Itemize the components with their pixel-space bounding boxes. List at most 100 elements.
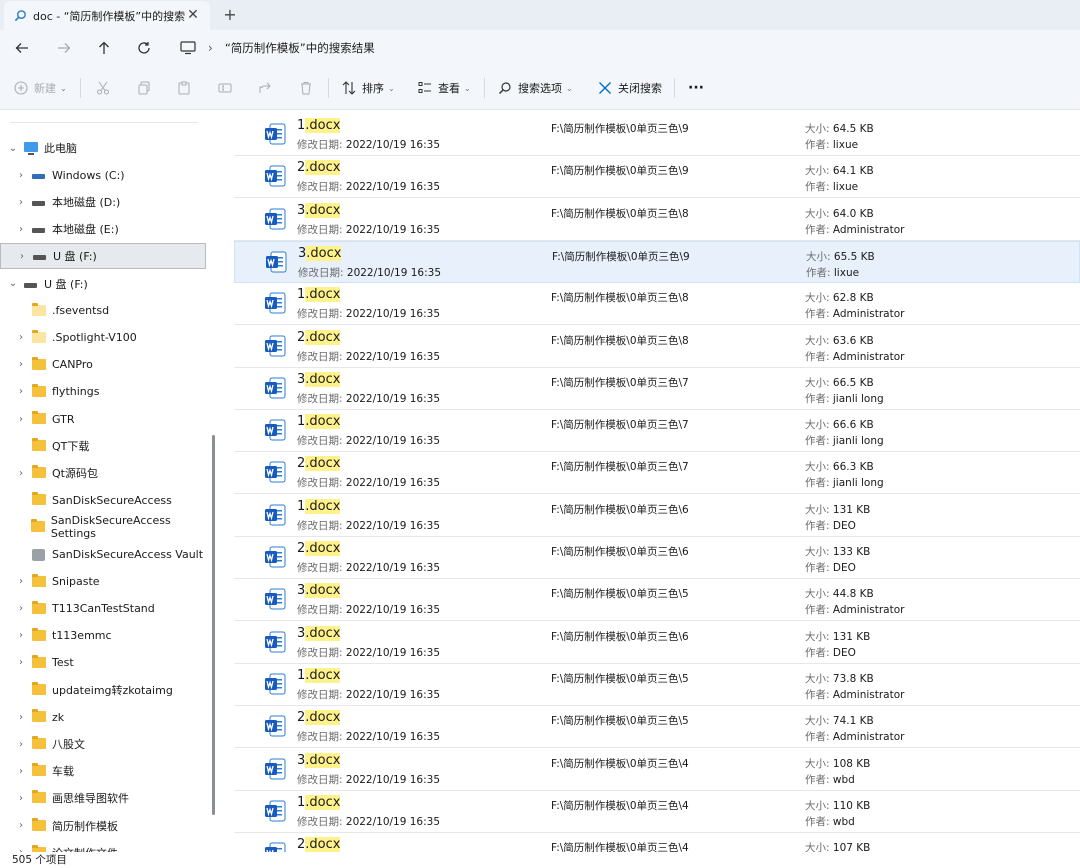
sidebar-item[interactable]: › flythings <box>0 379 206 405</box>
sidebar-item[interactable]: QT下载 <box>0 433 206 459</box>
file-row[interactable]: 3.docx 修改日期: 2022/10/19 16:35 F:\简历制作模板\0单… <box>234 579 1080 622</box>
file-row[interactable]: 3.docx 修改日期: 2022/10/19 16:35 F:\简历制作模板\0单… <box>234 622 1080 664</box>
sidebar-item[interactable]: › 八股文 <box>0 731 206 757</box>
file-row[interactable]: 2.docx修改日期: 2022/10/19 16:35F:\简历制作模板\0单… <box>234 537 1080 579</box>
rename-button[interactable] <box>218 78 238 98</box>
cut-button[interactable] <box>96 78 116 98</box>
chevron-right-icon[interactable]: › <box>14 197 28 208</box>
sidebar-item[interactable]: › Test <box>0 650 206 676</box>
sidebar-item[interactable]: › t113emmc <box>0 623 206 649</box>
file-row[interactable]: 2.docx修改日期: 2022/10/19 16:35F:\简历制作模板\0单… <box>234 156 1080 199</box>
chevron-right-icon[interactable]: › <box>14 739 28 750</box>
sidebar-item[interactable]: › 简历制作模板 <box>0 813 206 839</box>
file-row[interactable]: 1.docx 修改日期: 2022/10/19 16:35 F:\简历制作模板\0单… <box>234 114 1080 156</box>
chevron-right-icon[interactable]: › <box>14 766 28 777</box>
file-path: F:\简历制作模板\0单页三色\9 <box>552 250 690 263</box>
sidebar-item[interactable]: › 画思维导图软件 <box>0 785 206 811</box>
sidebar-item[interactable]: › T113CanTestStand <box>0 596 206 622</box>
sidebar-item[interactable]: SanDiskSecureAccess Settings <box>0 514 206 540</box>
up-button[interactable] <box>94 38 114 58</box>
file-author: 作者: DEO <box>805 562 856 574</box>
delete-button[interactable] <box>299 78 319 98</box>
sidebar-item[interactable]: › 本地磁盘 (E:) <box>0 216 206 242</box>
chevron-right-icon[interactable]: › <box>14 712 28 723</box>
sidebar-scrollbar[interactable] <box>212 435 215 815</box>
sidebar-item[interactable]: › Snipaste <box>0 569 206 595</box>
sidebar-item[interactable]: ⌄ U 盘 (F:) <box>0 271 206 297</box>
file-row[interactable]: 2.docx修改日期: 2022/10/19 16:35F:\简历制作模板\0单… <box>234 833 1080 852</box>
file-size: 大小: 110 KB <box>805 799 871 812</box>
sidebar-item[interactable]: › 本地磁盘 (D:) <box>0 189 206 215</box>
paste-icon <box>178 81 190 95</box>
sidebar-item[interactable]: › Windows (C:) <box>0 162 206 188</box>
chevron-right-icon[interactable]: › <box>14 576 28 587</box>
close-search-button[interactable]: 关闭搜索 <box>598 78 662 98</box>
word-document-icon <box>265 715 286 737</box>
chevron-right-icon[interactable]: › <box>14 359 28 370</box>
search-match-highlight: .docx <box>305 371 341 387</box>
file-row[interactable]: 1.docx 修改日期: 2022/10/19 16:35 F:\简历制作模板\0单… <box>234 664 1080 706</box>
file-path: F:\简历制作模板\0单页三色\5 <box>551 588 689 601</box>
sidebar-item[interactable]: › Qt源码包 <box>0 460 206 486</box>
sidebar-item[interactable]: › GTR <box>0 406 206 432</box>
close-tab-icon[interactable]: ✕ <box>186 8 200 22</box>
view-button[interactable]: 查看 ⌄ <box>418 78 471 98</box>
divider <box>674 78 675 98</box>
new-tab-button[interactable]: + <box>220 5 240 25</box>
chevron-right-icon[interactable]: › <box>14 793 28 804</box>
file-row[interactable]: 2.docx修改日期: 2022/10/19 16:35F:\简历制作模板\0单… <box>234 326 1080 368</box>
sidebar-item[interactable]: SanDiskSecureAccess <box>0 487 206 513</box>
file-author: 作者: lixue <box>805 181 859 194</box>
chevron-right-icon[interactable]: › <box>15 251 29 262</box>
sidebar-item[interactable]: › U 盘 (F:) <box>0 243 206 270</box>
chevron-right-icon[interactable]: › <box>14 468 28 479</box>
sidebar-item[interactable]: › .Spotlight-V100 <box>0 325 206 351</box>
sidebar-item[interactable]: › CANPro <box>0 352 206 378</box>
more-options-button[interactable]: ··· <box>688 78 704 98</box>
chevron-down-icon[interactable]: ⌄ <box>6 278 20 289</box>
copy-button[interactable] <box>137 78 157 98</box>
share-button[interactable] <box>258 78 278 98</box>
chevron-right-icon[interactable]: › <box>14 630 28 641</box>
sidebar-item[interactable]: › 车载 <box>0 758 206 784</box>
sidebar-item[interactable]: SanDiskSecureAccess Vault <box>0 542 206 568</box>
chevron-right-icon[interactable]: › <box>14 603 28 614</box>
file-row[interactable]: 1.docx 修改日期: 2022/10/19 16:35 F:\简历制作模板\0单… <box>234 791 1080 833</box>
back-button[interactable] <box>12 38 32 58</box>
chevron-down-icon[interactable]: ⌄ <box>6 143 20 154</box>
chevron-right-icon[interactable]: › <box>14 657 28 668</box>
file-row[interactable]: 1.docx 修改日期: 2022/10/19 16:35 F:\简历制作模板\0单… <box>234 410 1080 453</box>
paste-button[interactable] <box>177 78 197 98</box>
sidebar-item[interactable]: ⌄ 此电脑 <box>0 135 206 161</box>
file-row[interactable]: 3.docx 修改日期: 2022/10/19 16:35 F:\简历制作模板\0单… <box>234 199 1080 241</box>
breadcrumb[interactable]: “简历制作模板”中的搜索结果 <box>225 40 375 56</box>
sort-button[interactable]: 排序 ⌄ <box>342 78 395 98</box>
file-row[interactable]: 1.docx 修改日期: 2022/10/19 16:35 F:\简历制作模板\0单… <box>234 495 1080 537</box>
search-options-button[interactable]: 搜索选项 ⌄ <box>498 78 573 98</box>
chevron-right-icon[interactable]: › <box>14 332 28 343</box>
file-row[interactable]: 2.docx修改日期: 2022/10/19 16:35F:\简历制作模板\0单… <box>234 452 1080 495</box>
chevron-right-icon[interactable]: › <box>14 170 28 181</box>
chevron-right-icon[interactable]: › <box>14 386 28 397</box>
sidebar-item[interactable]: ›论文制作文件 <box>0 840 206 852</box>
address-bar[interactable]: › “简历制作模板”中的搜索结果 <box>170 34 1070 62</box>
windows-drive-icon <box>32 169 46 181</box>
chevron-right-icon[interactable]: › <box>14 820 28 831</box>
new-button[interactable]: 新建 ⌄ <box>14 78 67 98</box>
sidebar-item[interactable]: .fseventsd <box>0 298 206 324</box>
chevron-right-icon[interactable]: › <box>14 224 28 235</box>
file-name: 2.docx <box>297 710 341 726</box>
sidebar-item[interactable]: › zk <box>0 704 206 730</box>
modified-date: 修改日期: 2022/10/19 16:35 <box>297 773 441 786</box>
file-row[interactable]: 2.docx修改日期: 2022/10/19 16:35F:\简历制作模板\0单… <box>234 706 1080 749</box>
file-row[interactable]: 3.docx 修改日期: 2022/10/19 16:35 F:\简历制作模板\0单… <box>234 749 1080 791</box>
tab-search-results[interactable]: doc - “简历制作模板”中的搜索 ✕ <box>4 1 210 30</box>
refresh-button[interactable] <box>134 38 154 58</box>
chevron-right-icon[interactable]: › <box>14 414 28 425</box>
file-row[interactable]: 3.docx 修改日期: 2022/10/19 16:35 F:\简历制作模板\0单… <box>234 240 1080 283</box>
sidebar-item[interactable]: updateimg转zkotaimg <box>0 677 206 703</box>
forward-button[interactable] <box>54 38 74 58</box>
file-row[interactable]: 3.docx 修改日期: 2022/10/19 16:35 F:\简历制作模板\0单… <box>234 368 1080 410</box>
file-row[interactable]: 1.docx 修改日期: 2022/10/19 16:35 F:\简历制作模板\0单… <box>234 283 1080 326</box>
word-document-icon <box>265 292 286 314</box>
